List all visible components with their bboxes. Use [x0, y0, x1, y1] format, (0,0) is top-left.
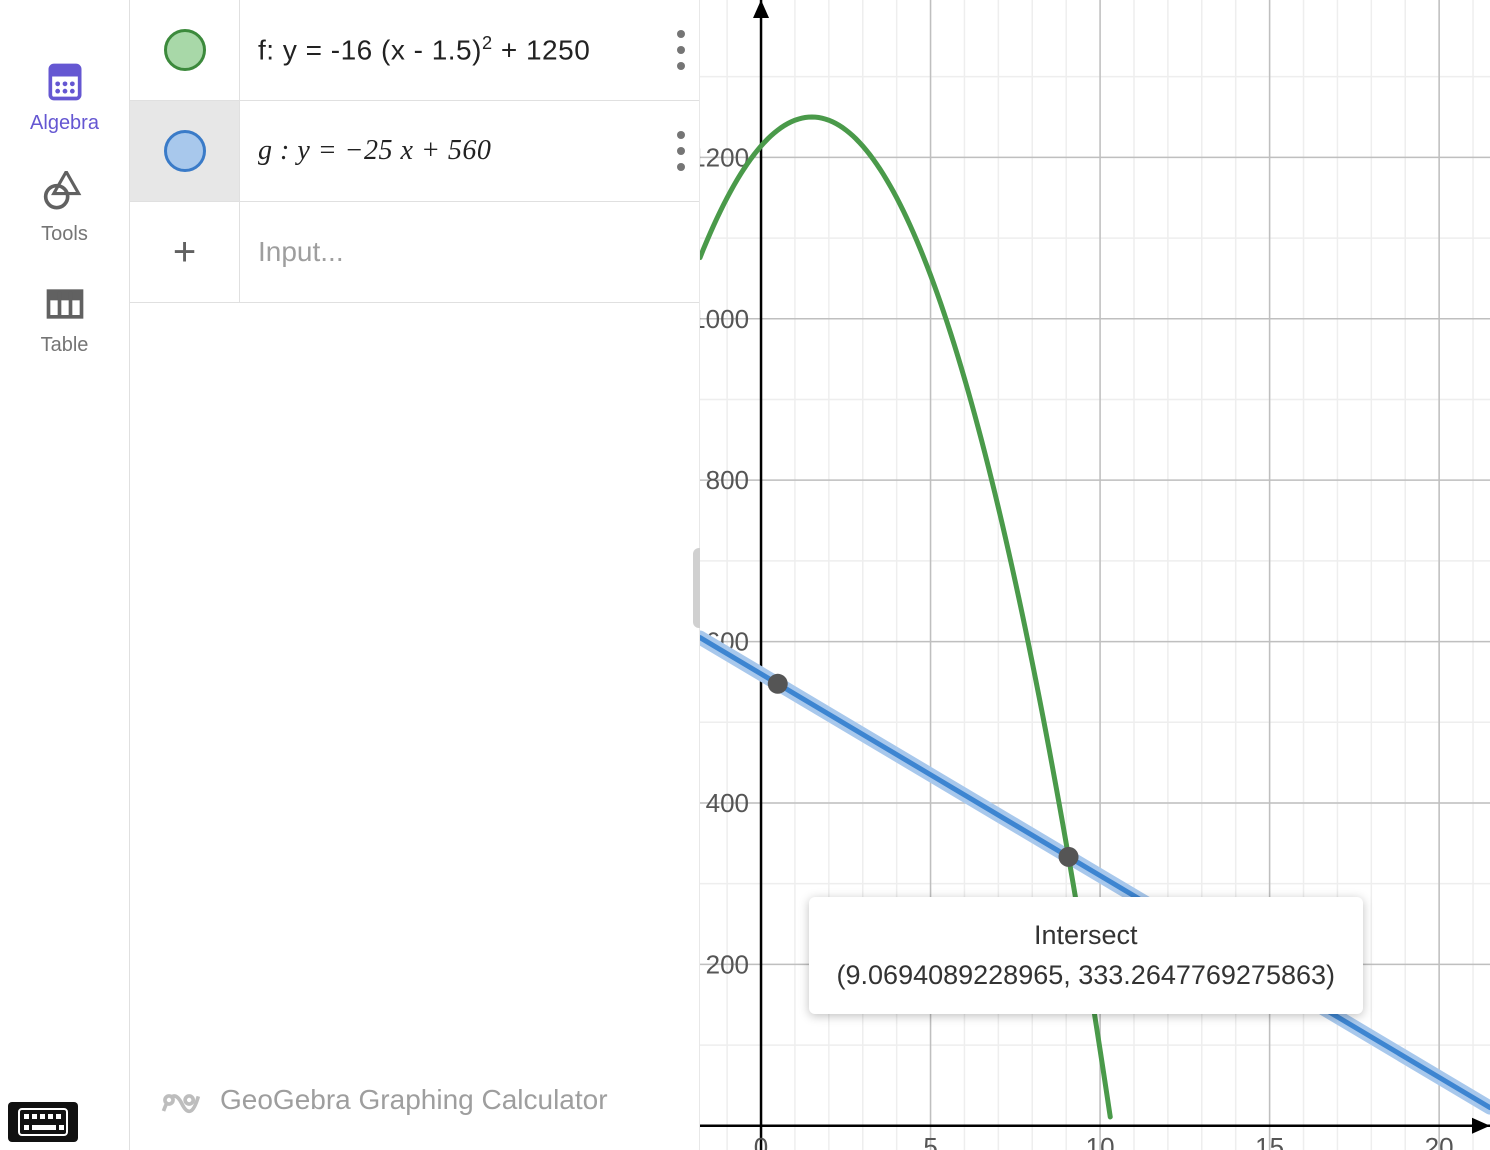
tooltip-coords: (9.0694089228965, 333.2647769275863)	[837, 955, 1335, 996]
table-icon	[43, 282, 87, 326]
brand-footer: GeoGebra Graphing Calculator	[158, 1078, 608, 1122]
svg-text:10: 10	[1086, 1132, 1115, 1150]
svg-text:0: 0	[754, 1132, 768, 1150]
expression-f[interactable]: f: y = -16 (x - 1.5)2 + 1250	[240, 33, 663, 66]
svg-text:15: 15	[1255, 1132, 1284, 1150]
svg-text:1000: 1000	[700, 304, 749, 334]
keyboard-button[interactable]	[8, 1102, 78, 1142]
kebab-icon	[677, 131, 685, 171]
svg-text:5: 5	[923, 1132, 937, 1150]
svg-text:200: 200	[706, 949, 749, 979]
brand-label: GeoGebra Graphing Calculator	[220, 1084, 608, 1116]
expression-input[interactable]	[240, 222, 699, 282]
row-menu-f[interactable]	[663, 30, 699, 70]
expression-row-input[interactable]: +	[130, 202, 699, 303]
nav-tools-label: Tools	[41, 223, 88, 246]
expression-row-f[interactable]: f: y = -16 (x - 1.5)2 + 1250	[130, 0, 699, 101]
intersect-tooltip: Intersect (9.0694089228965, 333.26477692…	[809, 897, 1363, 1014]
nav-tools[interactable]: Tools	[41, 171, 88, 246]
shapes-icon	[42, 171, 86, 215]
svg-text:400: 400	[706, 788, 749, 818]
kebab-icon	[677, 30, 685, 70]
calculator-icon	[43, 60, 87, 104]
color-dot-f	[164, 29, 206, 71]
row-menu-g[interactable]	[663, 131, 699, 171]
plus-icon: +	[173, 230, 196, 275]
graph-view[interactable]: 0510152020040060080010001200 Intersect (…	[700, 0, 1490, 1150]
add-expression-button[interactable]: +	[130, 202, 240, 302]
color-dot-g	[164, 130, 206, 172]
nav-algebra[interactable]: Algebra	[30, 60, 99, 135]
nav-table-label: Table	[41, 334, 89, 357]
svg-text:20: 20	[1425, 1132, 1454, 1150]
tooltip-title: Intersect	[837, 915, 1335, 956]
algebra-panel: f: y = -16 (x - 1.5)2 + 1250 g : y = −25…	[130, 0, 700, 1150]
expression-row-g[interactable]: g : y = −25 x + 560	[130, 101, 699, 202]
svg-text:800: 800	[706, 465, 749, 495]
nav-algebra-label: Algebra	[30, 112, 99, 135]
side-nav: Algebra Tools Table	[0, 0, 130, 1150]
nav-table[interactable]: Table	[41, 282, 89, 357]
expression-g[interactable]: g : y = −25 x + 560	[240, 135, 663, 167]
visibility-toggle-f[interactable]	[130, 0, 240, 100]
visibility-toggle-g[interactable]	[130, 101, 240, 201]
graph-icon	[158, 1078, 202, 1122]
keyboard-icon	[18, 1108, 68, 1136]
